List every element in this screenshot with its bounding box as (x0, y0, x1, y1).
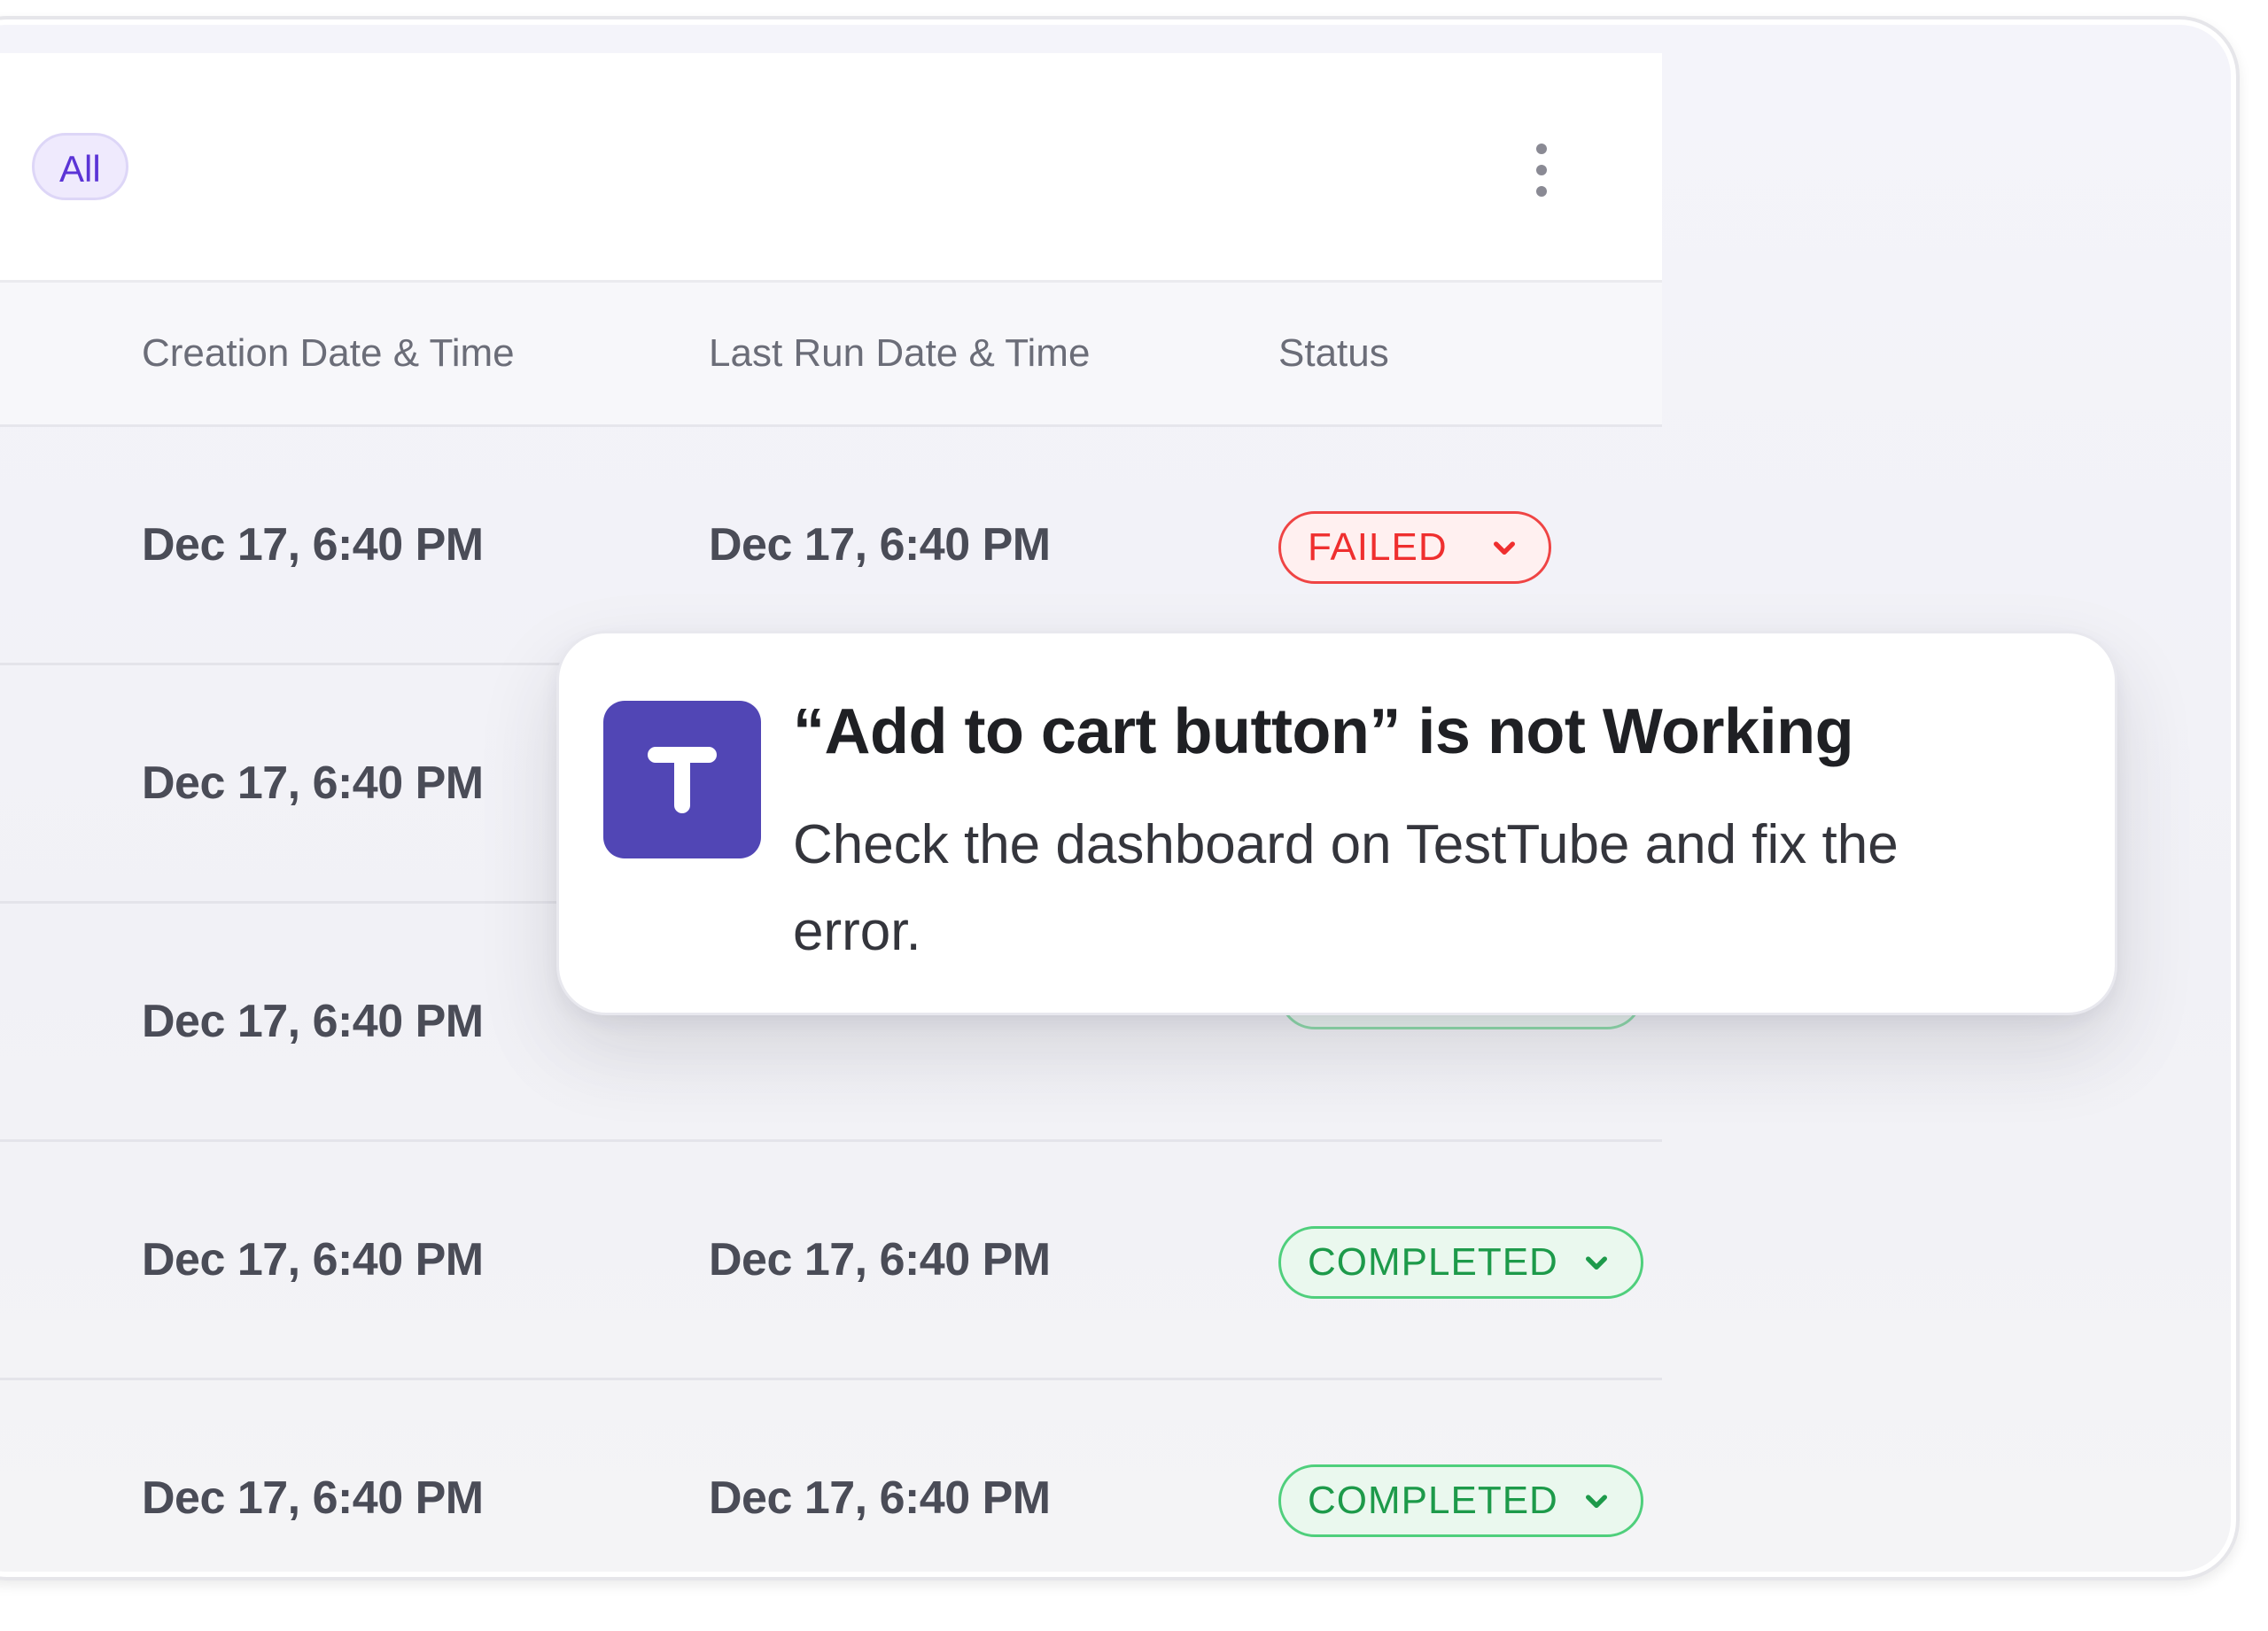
notification-title: “Add to cart button” is not Working (793, 696, 1854, 767)
column-header-last-run-date[interactable]: Last Run Date & Time (709, 283, 1090, 424)
kebab-menu-icon[interactable] (1533, 144, 1550, 200)
chevron-down-icon (1586, 1495, 1607, 1508)
status-badge-failed[interactable]: FAILED (1278, 511, 1551, 584)
last-run-date-cell: Dec 17, 6:40 PM (709, 519, 1051, 571)
column-header-status[interactable]: Status (1278, 283, 1389, 424)
last-run-date-cell: Dec 17, 6:40 PM (709, 1234, 1051, 1285)
status-label: COMPLETED (1308, 1240, 1558, 1284)
creation-date-cell: Dec 17, 6:40 PM (142, 1234, 484, 1285)
table-row[interactable]: Dec 17, 6:40 PM Dec 17, 6:40 PM FAILED (0, 427, 1662, 665)
table-row[interactable]: Dec 17, 6:40 PM Dec 17, 6:40 PM COMPLETE… (0, 1380, 1662, 1577)
status-badge-completed[interactable]: COMPLETED (1278, 1226, 1643, 1299)
status-label: COMPLETED (1308, 1479, 1558, 1522)
filter-toolbar: All (0, 53, 1662, 283)
last-run-date-cell: Dec 17, 6:40 PM (709, 1472, 1051, 1524)
chevron-down-icon (1586, 1256, 1607, 1270)
status-label: FAILED (1308, 525, 1448, 569)
creation-date-cell: Dec 17, 6:40 PM (142, 757, 484, 809)
creation-date-cell: Dec 17, 6:40 PM (142, 1472, 484, 1524)
notification-body: Check the dashboard on TestTube and fix … (793, 814, 1899, 962)
creation-date-cell: Dec 17, 6:40 PM (142, 996, 484, 1047)
testtube-logo-icon (603, 701, 761, 858)
creation-date-cell: Dec 17, 6:40 PM (142, 519, 484, 571)
table-row[interactable]: Dec 17, 6:40 PM Dec 17, 6:40 PM COMPLETE… (0, 1142, 1662, 1380)
column-header-creation-date[interactable]: Creation Date & Time (142, 283, 515, 424)
chevron-down-icon (1494, 541, 1515, 555)
status-badge-completed[interactable]: COMPLETED (1278, 1464, 1643, 1537)
filter-chip-all[interactable]: All (32, 133, 128, 200)
letter-t-icon (648, 747, 717, 813)
error-notification-toast[interactable]: “Add to cart button” is not Working Chec… (556, 631, 2117, 1015)
table-header: Creation Date & Time Last Run Date & Tim… (0, 283, 1662, 427)
